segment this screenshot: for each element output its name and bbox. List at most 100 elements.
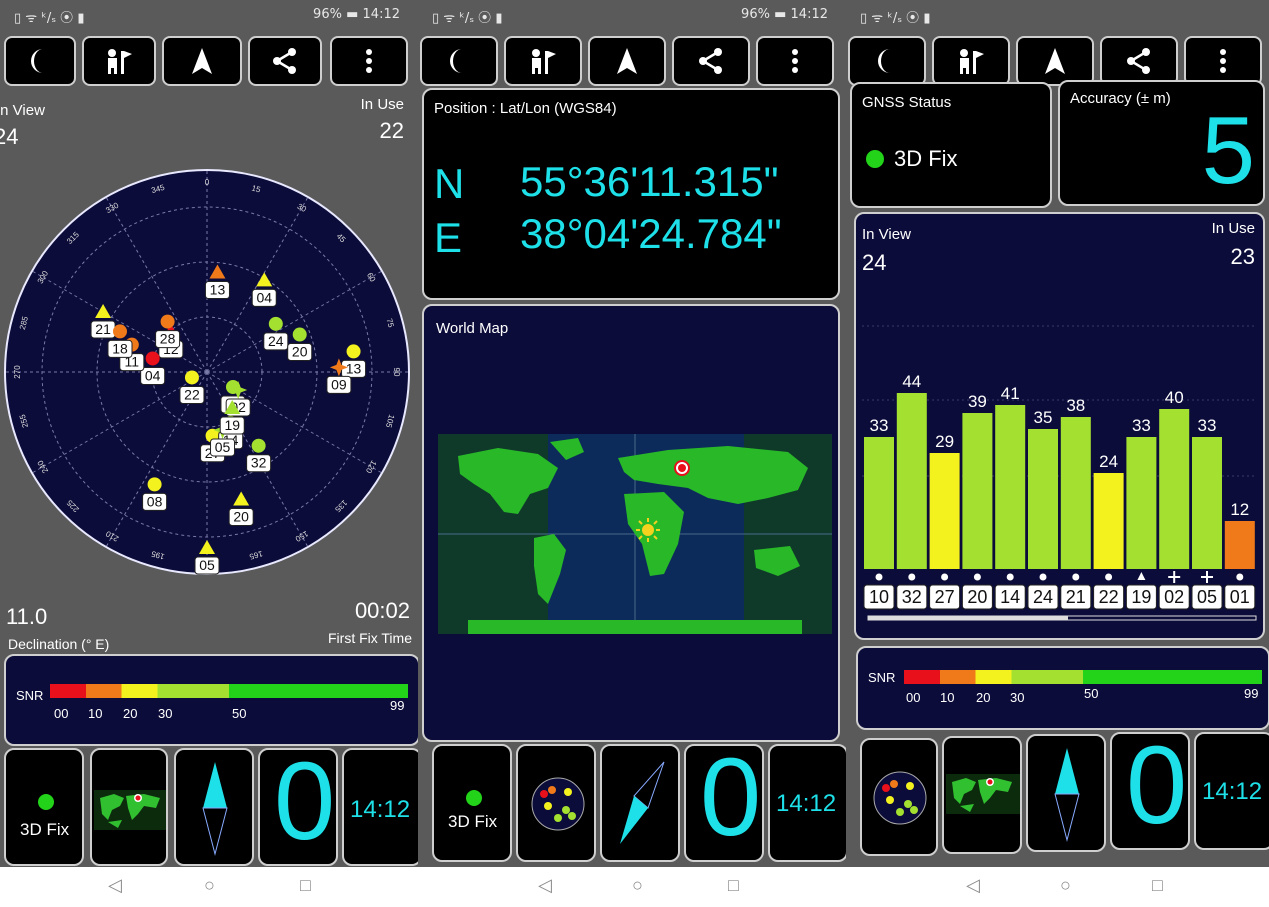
skyplot-mode-button[interactable] — [932, 36, 1010, 86]
skyplot-mode-button[interactable] — [504, 36, 582, 86]
world-map-title: World Map — [436, 320, 509, 337]
prn-label: 19 — [1131, 587, 1151, 607]
satellite-marker — [112, 324, 127, 339]
world-map-tile[interactable] — [90, 748, 168, 866]
clock-tile[interactable]: 14:12 — [342, 748, 418, 866]
back-icon[interactable]: ◁ — [538, 875, 552, 896]
constellation-marker — [1039, 573, 1047, 581]
navigate-button[interactable] — [1016, 36, 1094, 86]
constellation-marker — [1006, 573, 1014, 581]
snr-bar — [1192, 437, 1222, 569]
constellation-marker — [941, 573, 949, 581]
compass-needle-icon — [1054, 748, 1080, 842]
night-mode-button[interactable] — [420, 36, 498, 86]
snr-tick-99: 99 — [390, 698, 405, 713]
count-value: 0 — [1126, 732, 1188, 847]
night-mode-button[interactable] — [848, 36, 926, 86]
snr-value-label: 12 — [1230, 500, 1249, 519]
compass-label: 270 — [13, 365, 22, 379]
snr-value-label: 33 — [1132, 416, 1151, 435]
recents-icon[interactable]: □ — [1152, 875, 1163, 896]
snr-value-label: 24 — [1099, 452, 1118, 471]
signal-chart-panel: In View 24 In Use 23 33 10 44 32 29 27 39 20 41 1… — [854, 212, 1265, 640]
more-button[interactable] — [756, 36, 834, 86]
recents-icon[interactable]: □ — [728, 875, 739, 896]
world-map-thumbnail-icon — [946, 774, 1020, 814]
constellation-marker — [875, 573, 883, 581]
navigate-button[interactable] — [588, 36, 666, 86]
snr-value-label: 29 — [935, 432, 954, 451]
navigate-button[interactable] — [162, 36, 242, 86]
skyplot-tile[interactable] — [516, 744, 596, 862]
snr-legend-panel: SNR 00 10 20 30 50 99 — [856, 646, 1269, 730]
share-button[interactable] — [672, 36, 750, 86]
satellite-id: 32 — [251, 455, 267, 471]
prn-label: 22 — [1099, 587, 1119, 607]
count-tile[interactable]: 0 — [684, 744, 764, 862]
fix-status-tile[interactable]: 3D Fix — [4, 748, 84, 866]
status-bar: ▯ ᯤ ᵏ/ₛ ⦿ ▮ — [846, 0, 1269, 32]
snr-tick-30: 30 — [158, 706, 173, 721]
snr-tick-00: 00 — [54, 706, 69, 721]
snr-tick-50: 50 — [232, 706, 247, 721]
satellite-id: 04 — [256, 289, 272, 305]
snr-tick-99: 99 — [1244, 686, 1259, 701]
status-bar: ▯ ᯤ ᵏ/ₛ ⦿ ▮ 96% ▬ 14:12 — [418, 0, 846, 32]
fix-status-tile[interactable]: 3D Fix — [432, 744, 512, 862]
compass-label: 90 — [392, 368, 401, 377]
back-icon[interactable]: ◁ — [966, 875, 980, 896]
compass-needle-icon — [620, 761, 665, 844]
prn-label: 20 — [967, 587, 987, 607]
snr-bar — [896, 393, 927, 569]
snr-bar-chart: 33 10 44 32 29 27 39 20 41 14 35 24 38 21 24 22 33 19 40 02… — [862, 325, 1257, 621]
snr-value-label: 39 — [968, 392, 987, 411]
fix-status-text: 3D Fix — [20, 820, 70, 839]
share-button[interactable] — [1100, 36, 1178, 86]
snr-value-label: 41 — [1001, 384, 1020, 403]
constellation-marker — [908, 573, 916, 581]
right-screen: ▯ ᯤ ᵏ/ₛ ⦿ ▮ GNSS Status 3D Fix Accuracy … — [846, 0, 1269, 907]
satellite-id: 09 — [331, 376, 347, 392]
clock-tile[interactable]: 14:12 — [768, 744, 846, 862]
accuracy-label: Accuracy (± m) — [1070, 90, 1171, 107]
satellite-id: 28 — [160, 331, 176, 347]
prn-label: 21 — [1066, 587, 1086, 607]
snr-bar — [1093, 473, 1124, 569]
snr-bar — [962, 413, 993, 569]
first-fix-time-label: First Fix Time — [328, 630, 412, 646]
compass-tile[interactable] — [600, 744, 680, 862]
snr-legend-panel: SNR 00 10 20 30 50 99 — [4, 654, 418, 746]
more-button[interactable] — [1184, 36, 1262, 86]
satellite-marker — [145, 351, 160, 366]
satellite-id: 18 — [112, 340, 128, 356]
night-mode-button[interactable] — [4, 36, 76, 86]
accuracy-value: 5 — [1201, 97, 1255, 204]
clock-tile[interactable]: 14:12 — [1194, 732, 1269, 850]
count-tile[interactable]: 0 — [1110, 732, 1190, 850]
satellite-marker — [184, 370, 199, 385]
share-button[interactable] — [248, 36, 322, 86]
compass-tile[interactable] — [1026, 734, 1106, 852]
clock: 14:12 — [362, 7, 400, 22]
compass-tile[interactable] — [174, 748, 254, 866]
skyplot-tile[interactable] — [860, 738, 938, 856]
status-icons: ▯ ᯤ ᵏ/ₛ ⦿ ▮ — [432, 11, 503, 26]
skyplot-mode-button[interactable] — [82, 36, 156, 86]
position-panel: Position : Lat/Lon (WGS84) N 55°36'11.31… — [422, 88, 840, 300]
in-use-value: 22 — [379, 118, 404, 143]
recents-icon[interactable]: □ — [300, 875, 311, 896]
world-map-tile[interactable] — [942, 736, 1022, 854]
snr-bar — [1126, 437, 1157, 569]
constellation-marker — [1105, 573, 1113, 581]
home-icon[interactable]: ○ — [632, 875, 643, 896]
home-icon[interactable]: ○ — [1060, 875, 1071, 896]
world-map — [438, 434, 832, 634]
battery-icon: ▬ — [774, 7, 787, 22]
share-icon — [699, 48, 722, 74]
count-tile[interactable]: 0 — [258, 748, 338, 866]
back-icon[interactable]: ◁ — [108, 875, 122, 896]
more-button[interactable] — [330, 36, 408, 86]
longitude-value: 38°04'24.784" — [520, 210, 782, 257]
home-icon[interactable]: ○ — [204, 875, 215, 896]
satellite-id: 13 — [210, 282, 226, 298]
